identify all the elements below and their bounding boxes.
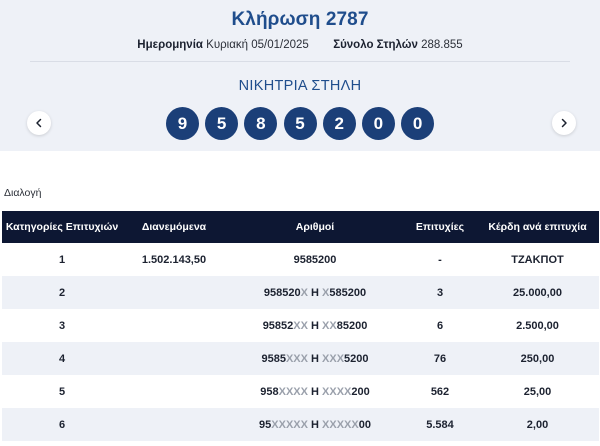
winners-cell: 6	[436, 319, 444, 332]
numbers-cell: 9585XXX Η XXX5200	[226, 342, 404, 375]
divider	[30, 61, 570, 62]
number-segment: 95	[259, 418, 272, 431]
number-segment: Η	[307, 352, 323, 365]
number-segment: 95852	[262, 319, 294, 332]
number-segment: 958	[260, 385, 279, 398]
numbers-cell: 9585200	[226, 243, 404, 276]
next-draw-button[interactable]	[552, 111, 576, 135]
number-ball: 5	[205, 107, 239, 140]
category-cell: 1	[58, 253, 66, 266]
filter-label: Διαλογή	[4, 187, 42, 199]
winners-cell: -	[438, 253, 442, 266]
winning-numbers: 9 5 8 5 2 0 0	[0, 107, 600, 140]
table-row: 4 9585XXX Η XXX5200 76 250,00	[2, 342, 599, 375]
number-ball: 5	[283, 107, 317, 140]
total-value: 288.855	[421, 39, 463, 51]
draw-meta: Ημερομηνία Κυριακή 05/01/2025 Σύνολο Στη…	[0, 39, 600, 51]
masked-digits: XXXXX	[271, 418, 308, 431]
masked-digits: XXXX	[322, 385, 352, 398]
total-label: Σύνολο Στηλών	[333, 39, 418, 51]
number-ball: 9	[165, 107, 199, 140]
masked-digits: XXX	[285, 352, 308, 365]
chevron-left-icon	[36, 118, 42, 128]
table-row: 1 1.502.143,50 9585200 - ΤΖΑΚΠΟΤ	[2, 243, 599, 276]
masked-digits: XXX	[322, 352, 345, 365]
number-ball: 2	[322, 107, 356, 140]
header-distributed: Διανεμόμενα	[122, 211, 226, 243]
header-winners: Επιτυχίες	[404, 211, 476, 243]
header-numbers: Αριθμοί	[226, 211, 404, 243]
results-table: Κατηγορίες Επιτυχιών Διανεμόμενα Αριθμοί…	[2, 211, 599, 441]
winners-cell: 3	[436, 286, 444, 299]
distributed-cell	[122, 276, 226, 309]
header-categories: Κατηγορίες Επιτυχιών	[2, 211, 122, 243]
number-segment: 5200	[344, 352, 369, 365]
numbers-cell: 958520X Η X585200	[226, 276, 404, 309]
distributed-cell: 1.502.143,50	[141, 253, 207, 266]
draw-panel: Κλήρωση 2787 Ημερομηνία Κυριακή 05/01/20…	[0, 0, 600, 151]
number-segment: 9585200	[293, 253, 337, 266]
number-segment: Η	[307, 286, 323, 299]
number-segment: 85200	[336, 319, 368, 332]
date-value: Κυριακή 05/01/2025	[206, 39, 309, 51]
number-segment: 585200	[329, 286, 367, 299]
masked-digits: XXXXX	[322, 418, 359, 431]
winning-title: ΝΙΚΗΤΡΙΑ ΣΤΗΛΗ	[238, 78, 362, 94]
number-ball: 8	[244, 107, 278, 140]
table-row: 6 95XXXXX Η XXXXX00 5.584 2,00	[2, 408, 599, 441]
category-cell: 6	[58, 418, 66, 431]
previous-draw-button[interactable]	[27, 111, 51, 135]
masked-digits: X	[300, 286, 308, 299]
distributed-cell	[122, 408, 226, 441]
prize-cell: 25,00	[523, 385, 552, 398]
winners-cell: 5.584	[426, 418, 454, 431]
prize-cell: 250,00	[520, 352, 555, 365]
category-cell: 5	[58, 385, 66, 398]
table-row: 5 958XXXX Η XXXX200 562 25,00	[2, 375, 599, 408]
prize-cell: 2.500,00	[516, 319, 559, 332]
numbers-cell: 958XXXX Η XXXX200	[226, 375, 404, 408]
table-row: 2 958520X Η X585200 3 25.000,00	[2, 276, 599, 309]
masked-digits: XX	[293, 319, 308, 332]
chevron-right-icon	[561, 118, 567, 128]
table-row: 3 95852XX Η XX85200 6 2.500,00	[2, 309, 599, 342]
draw-title: Κλήρωση 2787	[231, 9, 369, 30]
number-ball: 0	[361, 107, 395, 140]
category-cell: 2	[58, 286, 66, 299]
number-segment: Η	[307, 319, 323, 332]
winners-cell: 76	[433, 352, 447, 365]
table-header-row: Κατηγορίες Επιτυχιών Διανεμόμενα Αριθμοί…	[2, 211, 599, 243]
prize-cell: ΤΖΑΚΠΟΤ	[511, 253, 564, 266]
number-segment: 9585	[261, 352, 286, 365]
number-ball: 0	[401, 107, 435, 140]
winners-cell: 562	[430, 385, 450, 398]
prize-cell: 2,00	[526, 418, 549, 431]
number-segment: 200	[351, 385, 370, 398]
distributed-cell	[122, 342, 226, 375]
date-label: Ημερομηνία	[137, 39, 203, 51]
category-cell: 4	[58, 352, 66, 365]
number-segment: Η	[307, 385, 323, 398]
distributed-cell	[122, 375, 226, 408]
numbers-cell: 95852XX Η XX85200	[226, 309, 404, 342]
masked-digits: XXXX	[278, 385, 308, 398]
number-segment: 958520	[263, 286, 301, 299]
masked-digits: XX	[322, 319, 337, 332]
distributed-cell	[122, 309, 226, 342]
number-segment: 00	[358, 418, 371, 431]
header-prize-per-winner: Κέρδη ανά επιτυχία	[476, 211, 599, 243]
prize-cell: 25.000,00	[513, 286, 562, 299]
number-segment: Η	[307, 418, 323, 431]
numbers-cell: 95XXXXX Η XXXXX00	[226, 408, 404, 441]
category-cell: 3	[58, 319, 66, 332]
